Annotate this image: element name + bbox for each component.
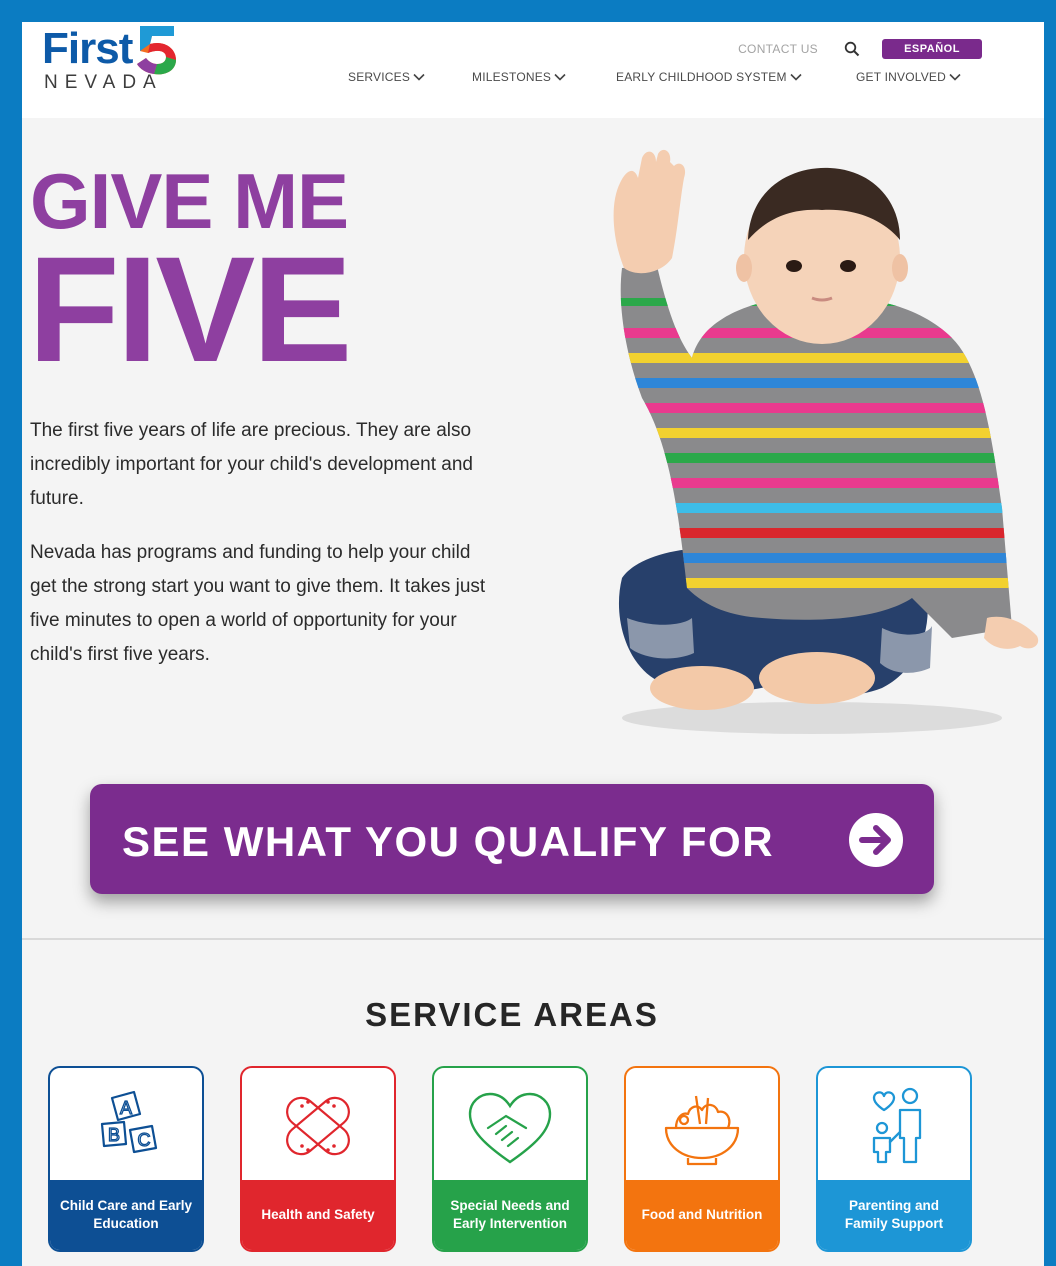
contact-us-link[interactable]: CONTACT US	[738, 42, 818, 56]
service-card-child-care[interactable]: A B C Child Care and Early Education	[48, 1066, 204, 1252]
nav-item-services[interactable]: SERVICES	[348, 70, 425, 84]
espanol-button[interactable]: ESPAÑOL	[882, 39, 982, 59]
search-icon[interactable]	[844, 41, 860, 57]
chevron-down-icon	[554, 73, 566, 81]
abc-blocks-icon: A B C	[100, 1090, 158, 1154]
heart-handshake-icon	[468, 1092, 552, 1164]
qualify-cta-button[interactable]: SEE WHAT YOU QUALIFY FOR	[90, 784, 934, 894]
service-card-health-safety[interactable]: Health and Safety	[240, 1066, 396, 1252]
nav-item-early-childhood-system[interactable]: EARLY CHILDHOOD SYSTEM	[616, 70, 802, 84]
service-areas-section: SERVICE AREAS A B C Child Care and Early…	[22, 940, 1044, 1266]
service-card-special-needs[interactable]: Special Needs and Early Intervention	[432, 1066, 588, 1252]
nav-item-label: MILESTONES	[472, 70, 552, 84]
logo-first-text: First	[42, 24, 133, 73]
site-header: First NEVADA CONTACT US ESPAÑOL SERVICES	[22, 22, 1044, 118]
hero-headline-line2: FIVE	[28, 225, 352, 393]
svg-text:B: B	[108, 1125, 120, 1145]
hero-section: GIVE ME FIVE The first five years of lif…	[22, 118, 1044, 938]
nav-item-label: EARLY CHILDHOOD SYSTEM	[616, 70, 787, 84]
arrow-right-circle-icon	[849, 813, 903, 867]
service-card-label: Food and Nutrition	[626, 1180, 778, 1250]
food-bowl-icon	[664, 1095, 740, 1166]
service-card-label: Health and Safety	[242, 1180, 394, 1250]
svg-text:C: C	[138, 1130, 151, 1150]
chevron-down-icon	[413, 73, 425, 81]
five-logo-icon	[137, 26, 176, 75]
hero-paragraph-1: The first five years of life are preciou…	[30, 420, 473, 509]
nav-item-get-involved[interactable]: GET INVOLVED	[856, 70, 961, 84]
page-frame: First NEVADA CONTACT US ESPAÑOL SERVICES	[22, 22, 1044, 1266]
hero-paragraph-2: Nevada has programs and funding to help …	[30, 542, 486, 665]
nav-item-milestones[interactable]: MILESTONES	[472, 70, 566, 84]
service-card-label: Parenting and Family Support	[818, 1180, 970, 1250]
main-nav: SERVICES MILESTONES EARLY CHILDHOOD SYST…	[22, 70, 1044, 90]
chevron-down-icon	[949, 73, 961, 81]
family-icon	[872, 1087, 922, 1164]
chevron-down-icon	[790, 73, 802, 81]
service-card-food-nutrition[interactable]: Food and Nutrition	[624, 1066, 780, 1252]
utility-links: CONTACT US ESPAÑOL	[738, 39, 982, 59]
nav-item-label: SERVICES	[348, 70, 411, 84]
svg-text:A: A	[120, 1098, 132, 1118]
service-card-label: Special Needs and Early Intervention	[434, 1180, 586, 1250]
bandage-icon	[286, 1096, 350, 1156]
service-card-label: Child Care and Early Education	[50, 1180, 202, 1250]
service-areas-title: SERVICE AREAS	[365, 996, 659, 1033]
service-card-parenting-family[interactable]: Parenting and Family Support	[816, 1066, 972, 1252]
waving-baby-image	[613, 149, 1039, 734]
qualify-cta-label: SEE WHAT YOU QUALIFY FOR	[122, 818, 775, 865]
nav-item-label: GET INVOLVED	[856, 70, 946, 84]
